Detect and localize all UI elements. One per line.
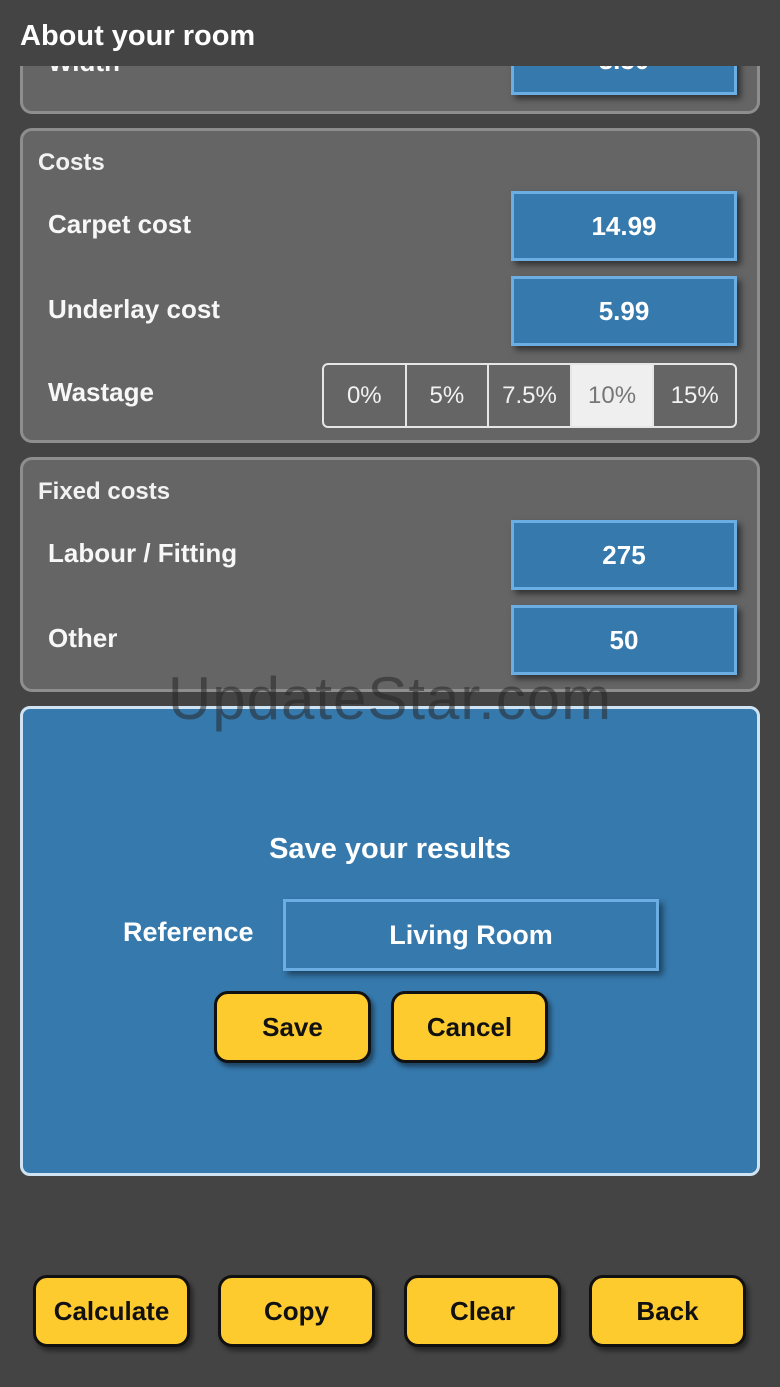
calculate-button[interactable]: Calculate	[33, 1275, 190, 1347]
fixed-costs-title: Fixed costs	[38, 478, 171, 505]
save-button[interactable]: Save	[214, 991, 371, 1063]
save-results-title: Save your results	[269, 833, 511, 865]
watermark: UpdateStar.com	[167, 665, 613, 732]
clear-button[interactable]: Clear	[404, 1275, 561, 1347]
other-cost-label: Other	[48, 623, 118, 653]
costs-panel: Costs Carpet cost 14.99 Underlay cost 5.…	[20, 128, 760, 443]
back-button[interactable]: Back	[589, 1275, 746, 1347]
wastage-label: Wastage	[48, 377, 154, 407]
labour-fitting-input[interactable]: 275	[511, 520, 737, 590]
wastage-option-10[interactable]: 10%	[571, 365, 655, 426]
wastage-segmented-control: 0% 5% 7.5% 10% 15%	[322, 363, 737, 428]
reference-label: Reference	[123, 917, 254, 947]
page-title: About your room	[20, 20, 256, 52]
copy-button[interactable]: Copy	[218, 1275, 375, 1347]
wastage-option-0[interactable]: 0%	[324, 365, 407, 426]
wastage-option-5[interactable]: 5%	[407, 365, 490, 426]
wastage-option-15[interactable]: 15%	[654, 365, 735, 426]
underlay-cost-input[interactable]: 5.99	[511, 276, 737, 346]
fixed-costs-panel: Fixed costs Labour / Fitting 275 Other 5…	[20, 457, 760, 692]
save-results-panel: Save your results Reference Living Room …	[20, 706, 760, 1176]
reference-input[interactable]: Living Room	[283, 899, 659, 971]
carpet-cost-label: Carpet cost	[48, 209, 192, 239]
labour-fitting-label: Labour / Fitting	[48, 538, 238, 568]
cancel-button[interactable]: Cancel	[391, 991, 548, 1063]
header-bar: About your room	[0, 0, 780, 66]
carpet-cost-input[interactable]: 14.99	[511, 191, 737, 261]
underlay-cost-label: Underlay cost	[48, 294, 220, 324]
wastage-option-7-5[interactable]: 7.5%	[489, 365, 572, 426]
costs-title: Costs	[38, 149, 105, 176]
